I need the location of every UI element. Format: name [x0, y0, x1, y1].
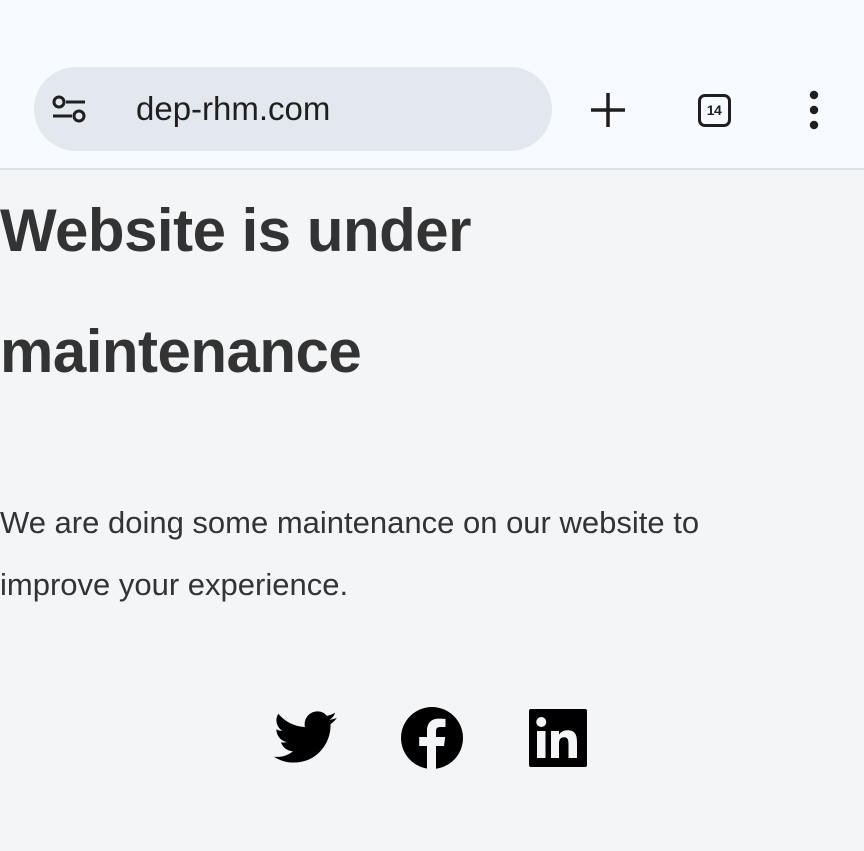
linkedin-icon: [529, 709, 587, 767]
address-bar[interactable]: dep-rhm.com: [34, 67, 552, 151]
plus-icon: [591, 93, 625, 127]
twitter-link[interactable]: [272, 704, 340, 772]
facebook-icon: [401, 707, 463, 770]
twitter-icon: [274, 711, 337, 763]
page-title: Website is under maintenance: [0, 197, 472, 385]
tab-switcher-button[interactable]: 14: [686, 82, 742, 138]
facebook-link[interactable]: [398, 704, 466, 772]
more-vert-icon: [809, 90, 819, 130]
tab-count: 14: [706, 102, 722, 118]
more-menu-button[interactable]: [790, 82, 838, 138]
linkedin-link[interactable]: [524, 704, 592, 772]
browser-toolbar: dep-rhm.com 14: [0, 0, 864, 170]
page-content: Website is under maintenance We are doin…: [0, 170, 864, 851]
tune-icon[interactable]: [52, 95, 86, 123]
new-tab-button[interactable]: [580, 82, 636, 138]
maintenance-description: We are doing some maintenance on our web…: [0, 505, 700, 602]
url-text[interactable]: dep-rhm.com: [136, 67, 330, 151]
tab-switcher-icon: 14: [697, 93, 731, 127]
